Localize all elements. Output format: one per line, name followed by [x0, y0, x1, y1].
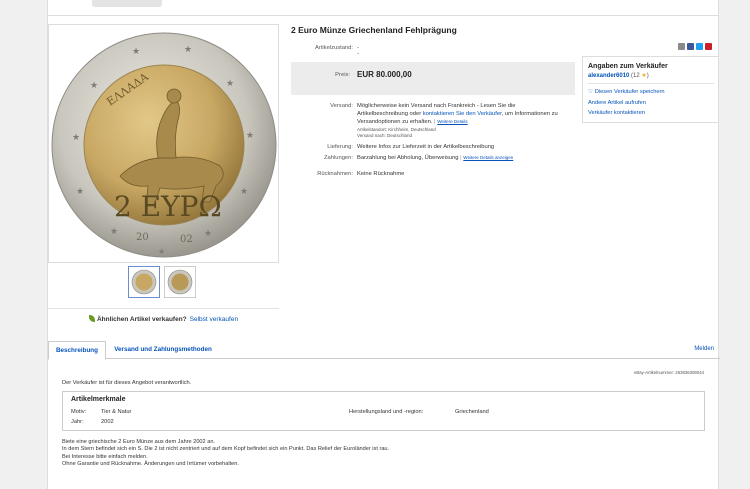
other-items-link[interactable]: Andere Artikel aufrufen — [588, 100, 646, 106]
svg-text:★: ★ — [184, 45, 192, 55]
coin-value-text: 2 ΕΥΡΩ — [114, 190, 222, 223]
pinterest-share-icon[interactable] — [705, 43, 712, 50]
svg-text:★: ★ — [240, 187, 248, 197]
contact-seller-link[interactable]: kontaktieren Sie den Verkäufer — [423, 111, 502, 117]
coin-thumb-icon — [167, 269, 193, 295]
payment-label: Zahlungen: — [323, 155, 353, 161]
item-number: eBay-Artikelnummer: 263936308044 — [634, 370, 704, 375]
report-link[interactable]: Melden — [694, 346, 714, 352]
heart-icon: ♡ — [588, 89, 594, 95]
item-specifics-heading: Artikelmerkmale — [71, 396, 126, 403]
coin-image: ★ ★ ★ ★ ★ ★ ★ ★ ★ ★ ★ ΕΛΛΑΔΑ 2 ΕΥΡΩ 20 0… — [51, 32, 277, 258]
item-description: Biete eine griechische 2 Euro Münze aus … — [62, 439, 389, 468]
seller-heading: Angaben zum Verkäufer — [588, 63, 668, 70]
payment-value: Barzahlung bei Abholung, Überweisung — [357, 155, 459, 161]
seller-name-link[interactable]: alexander6010 — [588, 73, 629, 79]
item-specifics-box: Artikelmerkmale Motiv: Tier & Natur Jahr… — [62, 391, 705, 431]
svg-text:★: ★ — [76, 187, 84, 197]
delivery-label: Lieferung: — [327, 144, 353, 150]
seller-name-row: alexander6010 (12 ★) — [588, 72, 649, 79]
shipping-text-1: Möglicherweise kein Versand nach Frankre… — [357, 103, 516, 109]
tab-shipping-payment[interactable]: Versand und Zahlungsmethoden — [108, 341, 218, 359]
motiv-value: Tier & Natur — [101, 409, 132, 415]
description-tabs: Beschreibung Versand und Zahlungsmethode… — [48, 341, 720, 360]
top-bar — [47, 0, 719, 16]
price-box: Preis: EUR 80.000,00 — [291, 62, 575, 95]
payment-details-link[interactable]: Weitere Details anzeigen — [463, 155, 513, 160]
svg-text:★: ★ — [226, 79, 234, 89]
condition-value: -- — [357, 45, 359, 57]
seller-responsibility: Der Verkäufer ist für dieses Angebot ver… — [62, 380, 192, 386]
price-value: EUR 80.000,00 — [357, 70, 412, 79]
condition-label: Artikelzustand: — [314, 45, 353, 51]
year-value: 2002 — [101, 419, 114, 425]
email-share-icon[interactable] — [678, 43, 685, 50]
main-item-image[interactable]: ★ ★ ★ ★ ★ ★ ★ ★ ★ ★ ★ ΕΛΛΑΔΑ 2 ΕΥΡΩ 20 0… — [48, 24, 279, 263]
save-seller-link[interactable]: ♡ Diesen Verkäufer speichern — [588, 89, 665, 95]
returns-value: Keine Rücknahme — [357, 171, 405, 177]
share-icons — [678, 43, 712, 50]
ships-to: Versand nach: Deutschland — [357, 132, 413, 138]
sell-yourself-link[interactable]: Selbst verkaufen — [190, 316, 238, 323]
shipping-label: Versand: — [330, 103, 353, 109]
seller-score-close: ) — [646, 73, 649, 79]
thumbnail-strip — [128, 266, 196, 298]
delivery-value: Weitere Infos zur Lieferzeit in der Arti… — [357, 144, 495, 150]
thumbnail-1[interactable] — [128, 266, 160, 298]
item-title: 2 Euro Münze Griechenland Fehlprägung — [291, 25, 457, 35]
seller-info-box: Angaben zum Verkäufer alexander6010 (12 … — [582, 56, 719, 123]
seller-score: (12 — [631, 73, 640, 79]
svg-text:★: ★ — [90, 81, 98, 91]
svg-text:★: ★ — [72, 133, 80, 143]
save-seller-label: Diesen Verkäufer speichern — [594, 89, 665, 95]
item-page: ★ ★ ★ ★ ★ ★ ★ ★ ★ ★ ★ ΕΛΛΑΔΑ 2 ΕΥΡΩ 20 0… — [47, 16, 720, 489]
svg-text:★: ★ — [158, 247, 165, 256]
description-line: In dem Stern befindet sich ein S. Die 2 … — [62, 446, 390, 453]
coin-year-left: 20 — [136, 232, 149, 243]
origin-label: Herstellungsland und -region: — [349, 409, 424, 415]
facebook-share-icon[interactable] — [687, 43, 694, 50]
returns-label: Rücknahmen: — [317, 171, 353, 177]
shipping-info: Möglicherweise kein Versand nach Frankre… — [357, 103, 577, 139]
shipping-details-link[interactable]: Weitere Details — [437, 119, 467, 124]
motiv-label: Motiv: — [71, 409, 87, 415]
leaf-icon — [88, 315, 95, 322]
thumbnail-2[interactable] — [164, 266, 196, 298]
description-line: Bei Interesse bitte einfach melden. — [62, 453, 148, 460]
coin-thumb-icon — [131, 269, 157, 295]
sell-similar-bar: Ähnlichen Artikel verkaufen? Selbst verka… — [48, 308, 279, 323]
svg-text:★: ★ — [132, 47, 140, 57]
coin-year-right: 02 — [180, 234, 193, 245]
svg-text:★: ★ — [204, 229, 212, 239]
origin-value: Griechenland — [455, 409, 489, 415]
description-line: Ohne Garantie und Rücknahme. Änderungen … — [62, 460, 239, 467]
price-label: Preis: — [335, 72, 350, 78]
svg-text:★: ★ — [110, 227, 118, 237]
seller-divider — [588, 83, 714, 84]
description-line: Biete eine griechische 2 Euro Münze aus … — [62, 439, 215, 445]
year-label: Jahr: — [71, 419, 84, 425]
shipping-text-2b: , um Informationen zu — [501, 110, 558, 117]
twitter-share-icon[interactable] — [696, 43, 703, 50]
shipping-text-2a: Artikelbeschreibung oder — [357, 110, 423, 117]
sell-similar-text: Ähnlichen Artikel verkaufen? — [96, 316, 187, 323]
top-bar-tab[interactable] — [92, 0, 162, 7]
tab-description[interactable]: Beschreibung — [48, 341, 106, 360]
shipping-text-3: Versandoptionen zu erhalten. — [357, 119, 433, 126]
contact-seller-box-link[interactable]: Verkäufer kontaktieren — [588, 110, 645, 116]
svg-text:★: ★ — [246, 131, 254, 141]
